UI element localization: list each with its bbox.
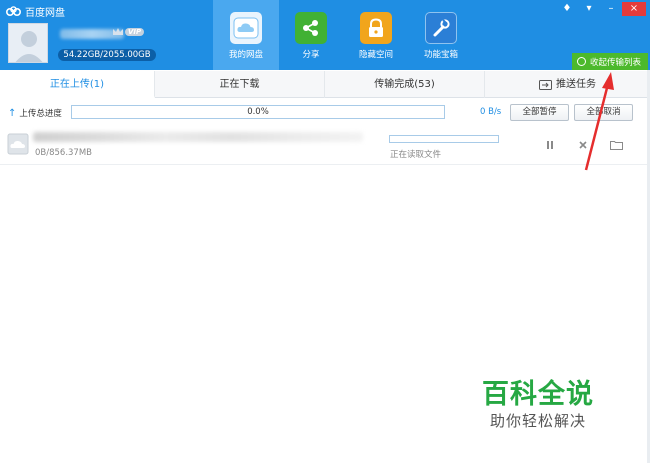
nav-label: 我的网盘 bbox=[228, 50, 263, 60]
title-bar: 百度网盘 ♦ ▾ – × VIP 54.22GB/2055.00GB 我的网盘 bbox=[0, 0, 650, 70]
upload-progress-row: ↑ 上传总进度 0.0% 0 B/s 全部暂停 全部取消 bbox=[0, 100, 650, 126]
minimize-button[interactable]: – bbox=[600, 2, 622, 16]
cancel-all-button[interactable]: 全部取消 bbox=[574, 104, 633, 121]
nav-label: 分享 bbox=[302, 50, 320, 60]
file-icon bbox=[7, 133, 29, 155]
baidu-netdisk-logo-icon bbox=[6, 6, 21, 16]
upload-progress-text: 上传总进度 bbox=[19, 109, 62, 119]
collapse-label: 收起传输列表 bbox=[590, 57, 642, 68]
file-name-blurred bbox=[33, 132, 363, 142]
avatar[interactable] bbox=[8, 23, 48, 63]
folder-icon[interactable] bbox=[609, 140, 623, 154]
upload-progress-bar: 0.0% bbox=[71, 105, 445, 119]
table-row[interactable]: 0B/856.37MB 正在读取文件 bbox=[0, 127, 650, 165]
pause-all-button[interactable]: 全部暂停 bbox=[510, 104, 569, 121]
share-icon bbox=[303, 20, 318, 36]
upload-arrow-icon: ↑ bbox=[8, 107, 17, 119]
skin-icon[interactable]: ♦ bbox=[556, 2, 578, 16]
tab-push-tasks[interactable]: 推送任务 bbox=[485, 71, 650, 98]
upload-progress-label: ↑ 上传总进度 bbox=[8, 107, 62, 120]
close-button[interactable]: × bbox=[622, 2, 646, 16]
tools-icon bbox=[433, 19, 450, 37]
transfer-tabs: 正在上传(1) 正在下载 传输完成(53) 推送任务 bbox=[0, 71, 650, 98]
default-avatar-icon bbox=[15, 31, 43, 62]
app-brand: 百度网盘 bbox=[6, 4, 65, 19]
upload-speed: 0 B/s bbox=[480, 107, 502, 117]
push-icon bbox=[539, 79, 552, 90]
main-nav: 我的网盘 分享 隐藏空间 功能宝箱 bbox=[213, 0, 473, 70]
nav-label: 功能宝箱 bbox=[423, 50, 458, 60]
lock-icon bbox=[369, 18, 383, 37]
app-title: 百度网盘 bbox=[25, 8, 65, 19]
menu-icon[interactable]: ▾ bbox=[578, 2, 600, 16]
storage-quota: 54.22GB/2055.00GB bbox=[58, 49, 156, 61]
nav-my-netdisk[interactable]: 我的网盘 bbox=[213, 0, 279, 70]
watermark: 百科全说 助你轻松解决 bbox=[478, 372, 628, 438]
vip-badge[interactable]: VIP bbox=[112, 27, 145, 37]
nav-share[interactable]: 分享 bbox=[278, 0, 344, 70]
nav-toolbox[interactable]: 功能宝箱 bbox=[408, 0, 474, 70]
tab-uploading[interactable]: 正在上传(1) bbox=[0, 71, 155, 98]
tab-push-label: 推送任务 bbox=[556, 79, 596, 90]
watermark-title: 百科全说 bbox=[482, 379, 594, 410]
nav-hidden-space[interactable]: 隐藏空间 bbox=[343, 0, 409, 70]
close-icon[interactable] bbox=[576, 140, 590, 154]
watermark-subtitle: 助你轻松解决 bbox=[490, 412, 587, 430]
cloud-icon bbox=[233, 17, 259, 39]
task-progress-bar bbox=[389, 135, 499, 143]
vip-label: VIP bbox=[125, 28, 145, 36]
collapse-transfer-list-button[interactable]: 收起传输列表 bbox=[572, 53, 648, 70]
nav-label: 隐藏空间 bbox=[358, 50, 393, 60]
upload-progress-percent: 0.0% bbox=[247, 107, 269, 117]
crown-icon bbox=[113, 28, 123, 35]
window-controls: ♦ ▾ – × bbox=[556, 2, 646, 16]
file-size: 0B/856.37MB bbox=[35, 148, 93, 158]
task-status: 正在读取文件 bbox=[390, 150, 442, 160]
circle-icon bbox=[577, 57, 586, 66]
pause-icon[interactable] bbox=[543, 140, 557, 154]
tab-downloading[interactable]: 正在下载 bbox=[155, 71, 325, 98]
tab-completed[interactable]: 传输完成(53) bbox=[325, 71, 485, 98]
